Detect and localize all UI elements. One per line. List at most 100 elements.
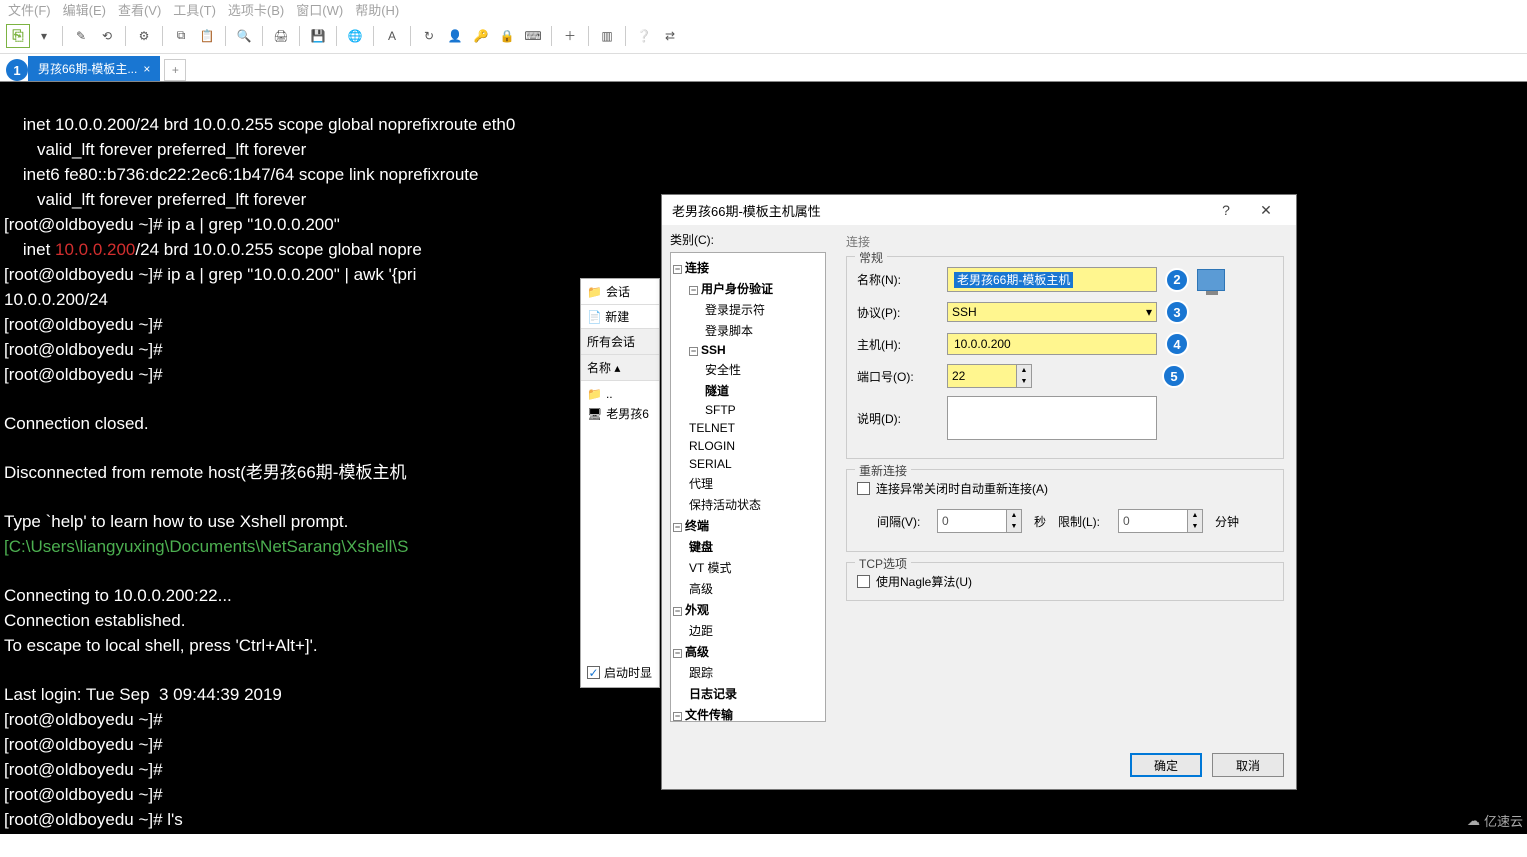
split-icon[interactable]: ▥ (595, 24, 619, 48)
tree-loginscript[interactable]: 登录脚本 (705, 324, 753, 338)
sessions-panel: 📁 会话 📄 新建 所有会话 名称 ▴ 📁.. 🖥老男孩6 ✓ 启动时显 (580, 278, 660, 688)
save-icon[interactable]: 💾 (306, 24, 330, 48)
collapse-icon[interactable]: − (673, 649, 682, 658)
search-icon[interactable]: 🔍 (232, 24, 256, 48)
paste-icon[interactable]: 📋 (195, 24, 219, 48)
list-item[interactable]: 📁.. (587, 385, 653, 403)
menu-tools[interactable]: 工具(T) (173, 0, 216, 18)
spin-down-icon[interactable]: ▼ (1017, 376, 1031, 387)
globe-icon[interactable]: 🌐 (343, 24, 367, 48)
refresh-icon[interactable]: ↻ (417, 24, 441, 48)
properties-icon[interactable]: ⚙ (132, 24, 156, 48)
tree-advanced[interactable]: 高级 (689, 582, 713, 596)
transfer-icon[interactable]: ⇄ (658, 24, 682, 48)
description-textarea[interactable] (947, 396, 1157, 440)
spin-up-icon[interactable]: ▲ (1188, 510, 1202, 521)
dialog-titlebar[interactable]: 老男孩66期-模板主机属性 ? ✕ (662, 195, 1296, 225)
new-session-icon[interactable]: ⎘ (6, 24, 30, 48)
terminal-line: [root@oldboyedu ~]# (4, 735, 163, 754)
menu-edit[interactable]: 编辑(E) (63, 0, 106, 18)
close-icon[interactable]: ✕ (1246, 202, 1286, 219)
collapse-icon[interactable]: − (673, 265, 682, 274)
limit-input[interactable] (1118, 509, 1188, 533)
menu-view[interactable]: 查看(V) (118, 0, 161, 18)
tree-keepalive[interactable]: 保持活动状态 (689, 498, 761, 512)
port-stepper[interactable]: ▲▼ (947, 364, 1032, 388)
sessions-column[interactable]: 名称 ▴ (581, 355, 659, 381)
tree-terminal[interactable]: 终端 (685, 519, 709, 533)
highlighter-icon[interactable]: ✎ (69, 24, 93, 48)
collapse-icon[interactable]: − (689, 347, 698, 356)
help-icon[interactable]: ❔ (632, 24, 656, 48)
tree-trace[interactable]: 跟踪 (689, 666, 713, 680)
collapse-icon[interactable]: − (673, 607, 682, 616)
interval-input[interactable] (937, 509, 1007, 533)
cancel-button[interactable]: 取消 (1212, 753, 1284, 777)
menu-help[interactable]: 帮助(H) (355, 0, 399, 18)
tree-loginprompt[interactable]: 登录提示符 (705, 303, 765, 317)
menu-file[interactable]: 文件(F) (8, 0, 51, 18)
sessions-breadcrumb[interactable]: 所有会话 (581, 329, 659, 355)
add-tab-button[interactable]: + (164, 59, 186, 81)
tree-auth[interactable]: 用户身份验证 (701, 282, 773, 296)
tree-logging[interactable]: 日志记录 (689, 687, 737, 701)
user-icon[interactable]: 👤 (443, 24, 467, 48)
ok-button[interactable]: 确定 (1130, 753, 1202, 777)
collapse-icon[interactable]: − (673, 523, 682, 532)
new-icon[interactable]: 📄 (587, 310, 602, 324)
category-tree[interactable]: −连接 −用户身份验证 登录提示符 登录脚本 −SSH 安全性 隧道 SFTP … (670, 252, 826, 722)
key-icon[interactable]: 🔑 (469, 24, 493, 48)
port-label: 端口号(O): (857, 368, 947, 385)
list-item[interactable]: 🖥老男孩6 (587, 403, 653, 424)
print-icon[interactable]: 🖨 (269, 24, 293, 48)
dropdown-icon[interactable]: ▾ (32, 24, 56, 48)
lock-icon[interactable]: 🔒 (495, 24, 519, 48)
collapse-icon[interactable]: − (673, 712, 682, 721)
tree-keyboard[interactable]: 键盘 (689, 540, 713, 554)
limit-stepper[interactable]: ▲▼ (1118, 509, 1203, 533)
tree-rlogin[interactable]: RLOGIN (689, 439, 735, 453)
nagle-checkbox[interactable] (857, 575, 870, 588)
terminal-line: [root@oldboyedu ~]# (4, 365, 163, 384)
tree-telnet[interactable]: TELNET (689, 421, 735, 435)
font-icon[interactable]: A (380, 24, 404, 48)
name-input[interactable]: 老男孩66期-模板主机 (947, 267, 1157, 292)
tree-adv[interactable]: 高级 (685, 645, 709, 659)
group-general: 常规 名称(N): 老男孩66期-模板主机 2 协议(P): SSH▾ 3 主机… (846, 256, 1284, 459)
session-tab[interactable]: 男孩66期-模板主... × (28, 56, 160, 81)
host-input[interactable] (947, 333, 1157, 355)
menu-tab[interactable]: 选项卡(B) (228, 0, 284, 18)
tree-connection[interactable]: 连接 (685, 261, 709, 275)
tree-sftp[interactable]: SFTP (705, 403, 736, 417)
tab-close-icon[interactable]: × (143, 62, 150, 76)
startup-checkbox[interactable]: ✓ (587, 666, 600, 679)
sessions-title-label: 会话 (606, 283, 630, 300)
tree-appearance[interactable]: 外观 (685, 603, 709, 617)
new-session-button[interactable]: 新建 (605, 310, 629, 324)
tree-filetransfer[interactable]: 文件传输 (685, 708, 733, 722)
tree-serial[interactable]: SERIAL (689, 457, 732, 471)
interval-stepper[interactable]: ▲▼ (937, 509, 1022, 533)
tree-proxy[interactable]: 代理 (689, 477, 713, 491)
seconds-label: 秒 (1034, 513, 1046, 530)
collapse-icon[interactable]: − (689, 286, 698, 295)
tree-margin[interactable]: 边距 (689, 624, 713, 638)
tree-vt[interactable]: VT 模式 (689, 561, 731, 575)
tree-security[interactable]: 安全性 (705, 363, 741, 377)
port-input[interactable] (947, 364, 1017, 388)
help-icon[interactable]: ? (1206, 202, 1246, 218)
sessions-title: 📁 会话 (581, 279, 659, 304)
keyboard-icon[interactable]: ⌨ (521, 24, 545, 48)
copy-icon[interactable]: ⧉ (169, 24, 193, 48)
protocol-select[interactable]: SSH▾ (947, 302, 1157, 322)
tree-tunnel[interactable]: 隧道 (705, 384, 729, 398)
menu-window[interactable]: 窗口(W) (296, 0, 343, 18)
tree-ssh[interactable]: SSH (701, 343, 726, 357)
reconnect-icon[interactable]: ⟲ (95, 24, 119, 48)
spin-up-icon[interactable]: ▲ (1017, 365, 1031, 376)
spin-up-icon[interactable]: ▲ (1007, 510, 1021, 521)
auto-reconnect-checkbox[interactable] (857, 482, 870, 495)
spin-down-icon[interactable]: ▼ (1007, 521, 1021, 532)
add-icon[interactable]: ＋ (558, 24, 582, 48)
spin-down-icon[interactable]: ▼ (1188, 521, 1202, 532)
